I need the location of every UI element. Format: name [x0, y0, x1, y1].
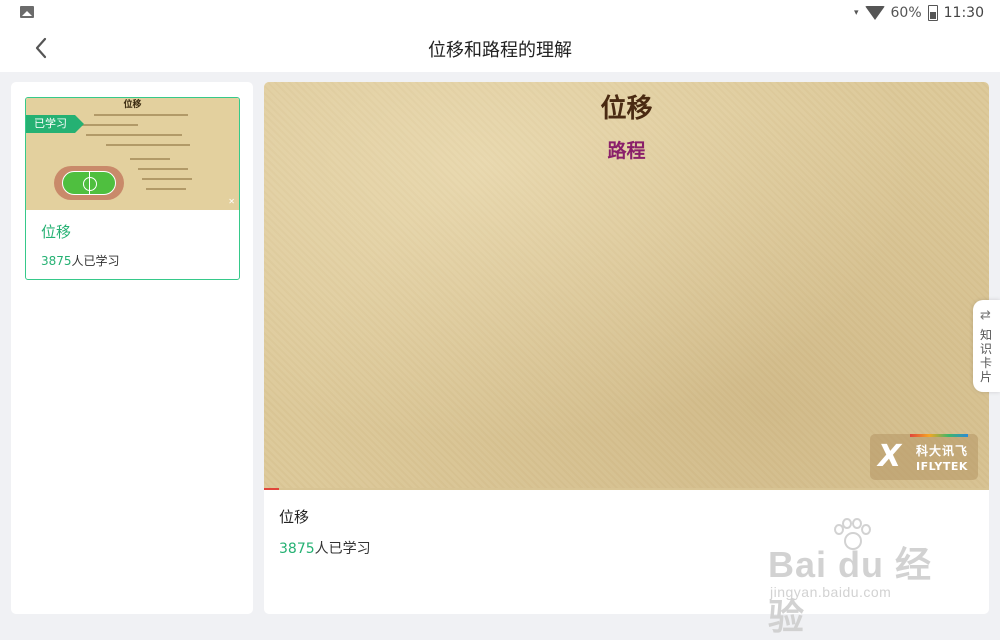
thumbnail-title: 位移 — [123, 100, 142, 110]
watermark-url: jingyan.baidu.com — [770, 584, 892, 600]
swap-icon: ⇄ — [980, 308, 991, 323]
status-indicators: ▾ 60% 11:30 — [854, 4, 984, 22]
lesson-title: 位移 — [279, 508, 310, 526]
field-illustration — [54, 166, 124, 200]
video-slide-subtitle: 路程 — [607, 140, 646, 162]
gallery-notification-icon — [20, 6, 34, 18]
app-header: 位移和路程的理解 — [0, 26, 1000, 72]
lesson-name: 位移 — [41, 223, 72, 241]
iflytek-logo: X 科大讯飞 IFLYTEK — [870, 434, 978, 480]
thumbnail-logo: ✕ — [228, 197, 235, 206]
status-bar: ▾ 60% 11:30 — [0, 0, 1000, 26]
battery-icon — [927, 5, 938, 21]
iflytek-x-icon: X — [878, 439, 902, 474]
page-title: 位移和路程的理解 — [428, 40, 572, 61]
learner-count: 3875人已学习 — [279, 541, 371, 557]
lesson-item[interactable]: 位移 已学习 ✕ 位移 3875人已学习 — [25, 97, 240, 280]
signal-icon: ▾ — [853, 8, 859, 18]
video-progress-bar[interactable] — [264, 488, 989, 490]
video-slide-title: 位移 — [600, 94, 653, 124]
learned-badge: 已学习 — [26, 115, 84, 133]
lesson-thumbnail: 位移 已学习 ✕ — [26, 98, 239, 210]
video-player[interactable]: 位移 路程 X 科大讯飞 IFLYTEK — [264, 82, 989, 490]
logo-cn-text: 科大讯飞 — [916, 444, 969, 458]
wifi-icon — [864, 6, 885, 20]
knowledge-card-label: 知识卡片 — [980, 328, 993, 384]
clock: 11:30 — [943, 5, 984, 21]
battery-percent: 60% — [890, 5, 922, 21]
baidu-watermark: Bai du 经验 jingyan.baidu.com — [768, 518, 948, 637]
knowledge-card-tab[interactable]: ⇄ 知识卡片 — [973, 300, 1000, 392]
video-progress-fill — [264, 488, 279, 490]
lesson-list-panel: 位移 已学习 ✕ 位移 3875人已学习 — [11, 82, 253, 614]
logo-en-text: IFLYTEK — [916, 460, 968, 473]
lesson-learner-count: 3875人已学习 — [41, 254, 120, 268]
